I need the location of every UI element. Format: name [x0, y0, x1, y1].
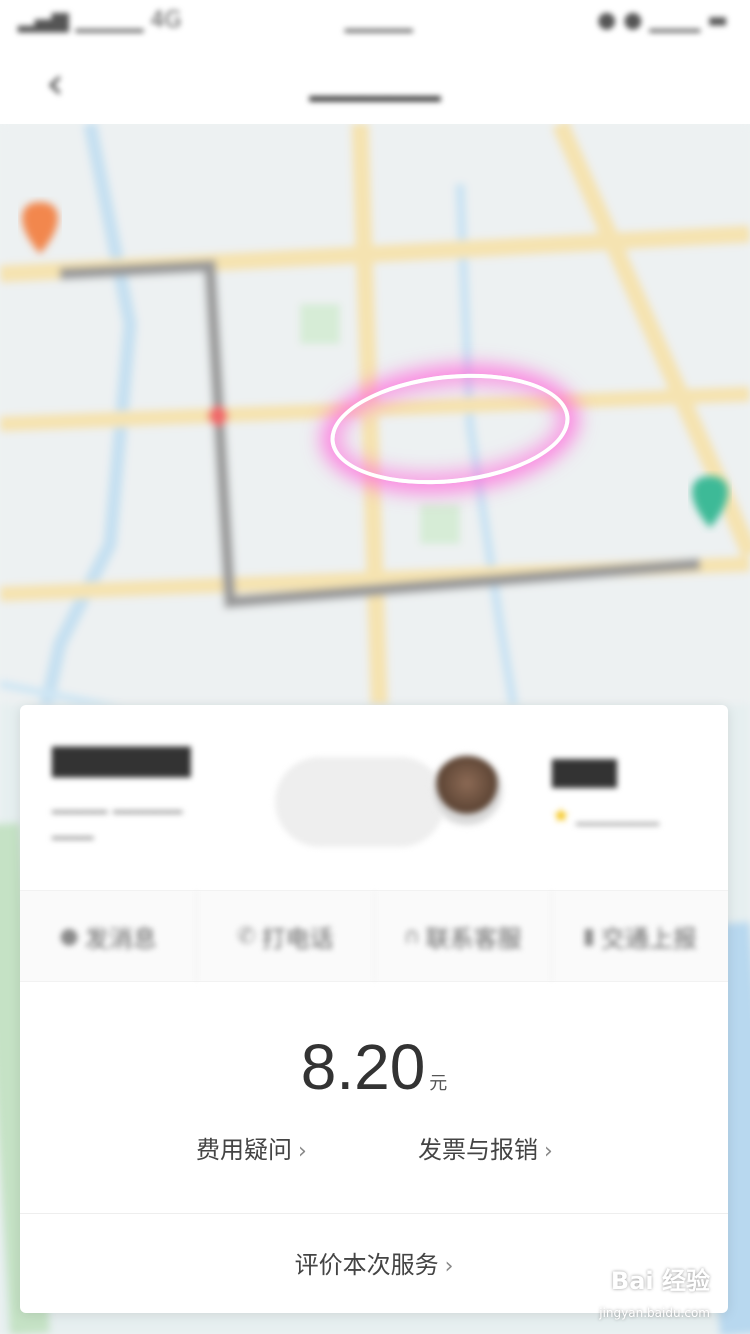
call-label: 打电话: [261, 924, 334, 953]
call-button[interactable]: ✆ 打电话: [197, 891, 375, 981]
fee-question-link[interactable]: 费用疑问 ›: [196, 1130, 307, 1165]
fare-unit: 元: [429, 1073, 448, 1094]
fare-amount: 8.20: [300, 1031, 426, 1103]
send-message-button[interactable]: ● 发消息: [20, 891, 198, 981]
rate-service-label: 评价本次服务: [294, 1251, 439, 1279]
divider: [20, 1213, 728, 1214]
battery-status: ● ● ▁▁▁ ▬: [597, 8, 728, 33]
send-message-label: 发消息: [84, 924, 157, 953]
star-icon: ★: [552, 803, 570, 827]
carrier-signal: ▂▄▆ ▁▁▁▁ 4G: [18, 8, 182, 33]
status-bar: ▂▄▆ ▁▁▁▁ 4G ▁▁▁▁ ● ● ▁▁▁ ▬: [0, 0, 750, 44]
trip-summary-card: ▇▇▇▇▇▇ ▁▁▁▁ ▁▁▁▁▁ ▁▁▁ ▇▇▇ ★ ▁▁▁▁▁▁ ● 发消息 …: [20, 705, 728, 1313]
phone-icon: ✆: [237, 923, 256, 949]
invoice-reimbursement-link[interactable]: 发票与报销 ›: [418, 1130, 553, 1165]
license-plate: ▇▇▇▇▇▇: [52, 743, 191, 778]
car-description: ▁▁▁▁ ▁▁▁▁▁ ▁▁▁: [52, 793, 183, 840]
report-icon: ▮: [582, 923, 595, 949]
status-time: ▁▁▁▁: [345, 8, 413, 33]
nav-bar: ‹ ▁▁▁▁▁: [0, 44, 750, 124]
chevron-right-icon: ›: [544, 1139, 553, 1164]
fare-display: 8.20 元: [20, 1030, 728, 1104]
car-image: [275, 757, 445, 847]
message-icon: ●: [59, 923, 79, 949]
driver-rating: ★ ▁▁▁▁▁▁: [552, 803, 659, 827]
fare-section: 8.20 元 费用疑问 › 发票与报销 ›: [20, 980, 728, 1208]
baidu-watermark-url: jingyan.baidu.com: [599, 1306, 710, 1320]
driver-name: ▇▇▇: [552, 755, 617, 788]
driver-info: ▇▇▇▇▇▇ ▁▁▁▁ ▁▁▁▁▁ ▁▁▁ ▇▇▇ ★ ▁▁▁▁▁▁: [20, 705, 728, 890]
headset-icon: ∩: [403, 923, 420, 949]
contact-support-button[interactable]: ∩ 联系客服: [375, 891, 552, 981]
traffic-report-label: 交通上报: [600, 924, 697, 953]
chevron-right-icon: ›: [444, 1254, 454, 1279]
page-title: ▁▁▁▁▁: [309, 62, 441, 102]
chevron-right-icon: ›: [298, 1139, 307, 1164]
invoice-label: 发票与报销: [418, 1136, 538, 1164]
baidu-watermark: Bai 经验: [610, 1267, 710, 1295]
traffic-report-button[interactable]: ▮ 交通上报: [552, 891, 728, 981]
driver-avatar[interactable]: [430, 753, 504, 827]
fee-question-label: 费用疑问: [196, 1136, 292, 1164]
contact-support-label: 联系客服: [425, 924, 522, 953]
action-row: ● 发消息 ✆ 打电话 ∩ 联系客服 ▮ 交通上报: [20, 890, 728, 982]
